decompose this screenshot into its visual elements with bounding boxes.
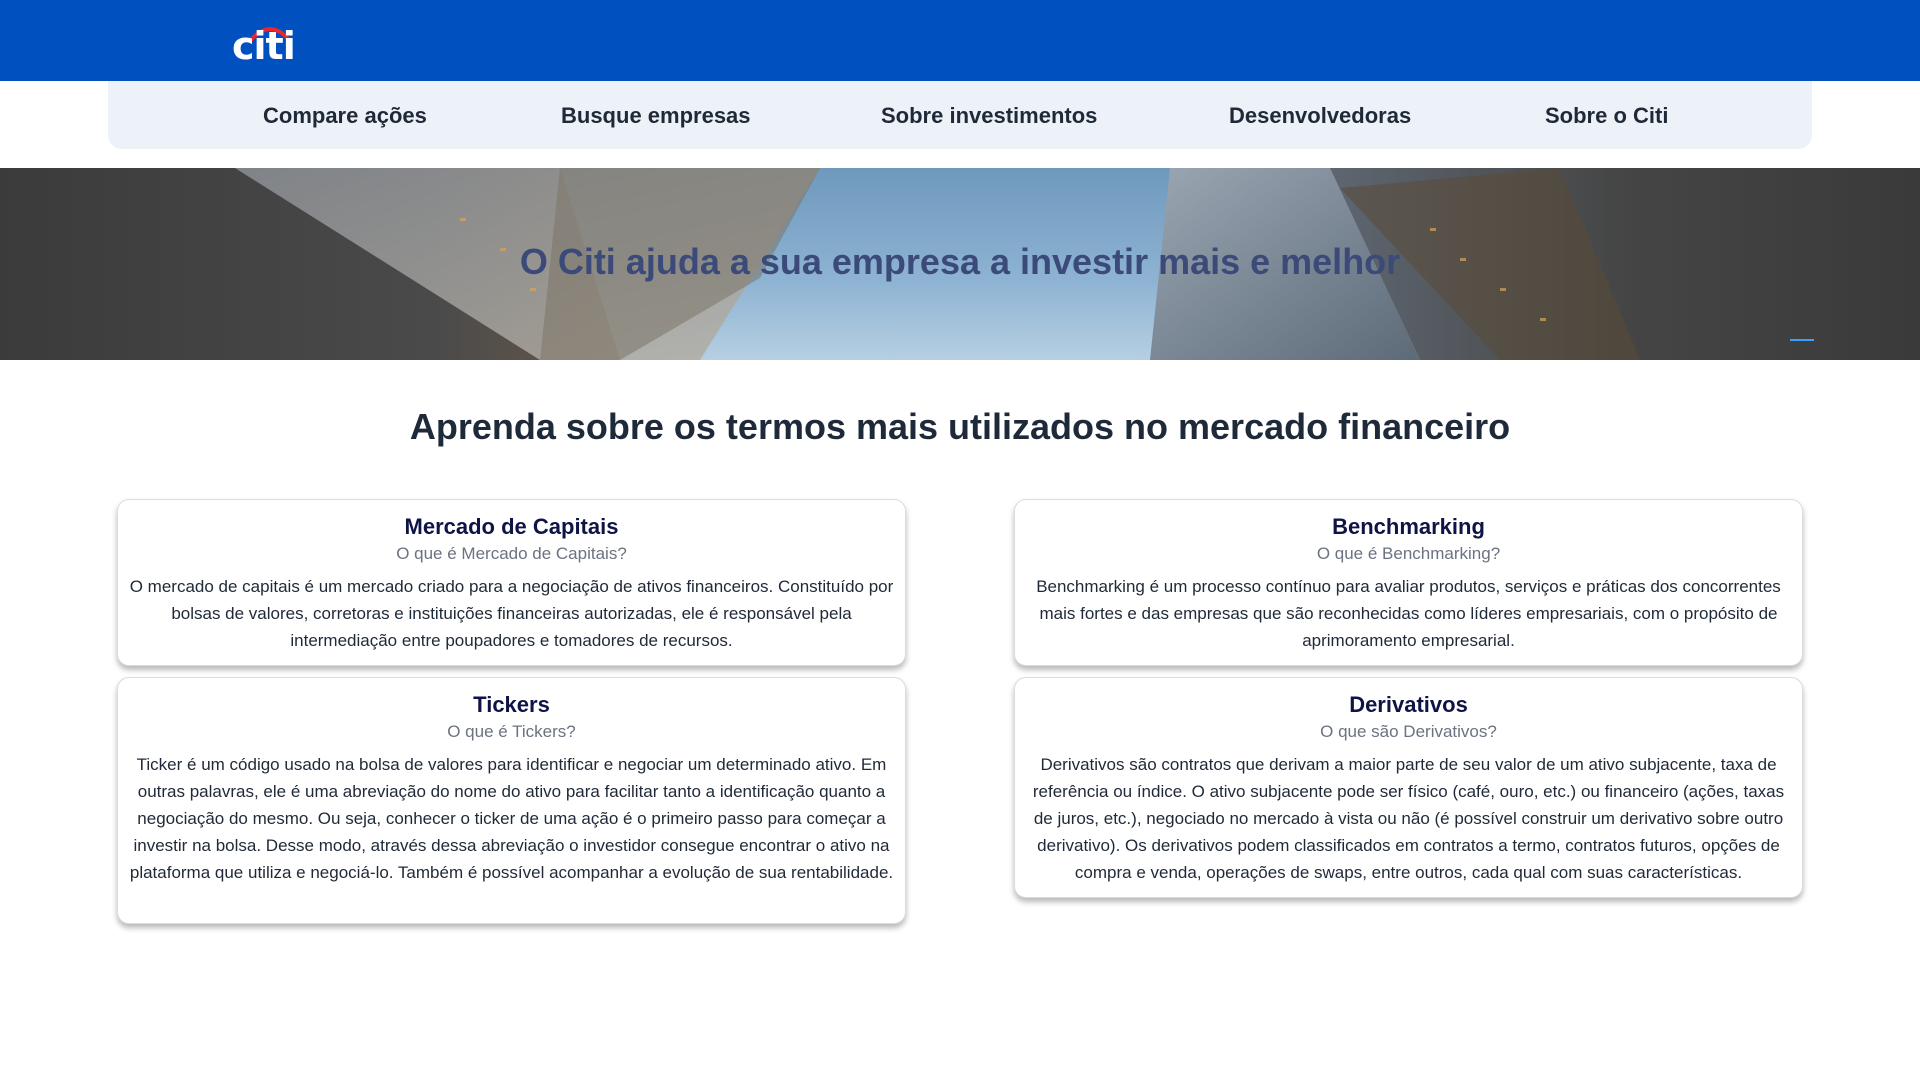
card-mercado-de-capitais: Mercado de Capitais O que é Mercado de C… [117, 499, 906, 666]
card-title: Derivativos [1349, 692, 1468, 717]
card-title: Mercado de Capitais [404, 514, 619, 539]
hero-banner: O Citi ajuda a sua empresa a investir ma… [0, 168, 1920, 360]
card-title: Benchmarking [1332, 514, 1485, 539]
nav-item-sobre-o-citi[interactable]: Sobre o Citi [1545, 103, 1668, 129]
section-title: Aprenda sobre os termos mais utilizados … [409, 406, 1511, 447]
card-subtitle: O que são Derivativos? [1320, 722, 1497, 741]
card-body: Derivativos são contratos que derivam a … [1032, 755, 1785, 882]
citi-logo[interactable]: citi [230, 15, 300, 68]
card-tickers: Tickers O que é Tickers? Ticker é um cód… [117, 677, 906, 924]
card-subtitle: O que é Benchmarking? [1316, 544, 1501, 563]
hero-title: O Citi ajuda a sua empresa a investir ma… [519, 241, 1401, 282]
nav-item-desenvolvedoras[interactable]: Desenvolvedoras [1229, 103, 1411, 129]
card-body: Ticker é um código usado na bolsa de val… [129, 755, 894, 882]
main-navigation: Compare ações Busque empresas Sobre inve… [108, 81, 1812, 149]
card-benchmarking: Benchmarking O que é Benchmarking? Bench… [1014, 499, 1803, 666]
nav-item-compare-acoes[interactable]: Compare ações [263, 103, 427, 129]
logo-text: citi [232, 24, 296, 68]
nav-item-busque-empresas[interactable]: Busque empresas [561, 103, 751, 129]
card-body: O mercado de capitais é um mercado criad… [129, 577, 894, 650]
card-body: Benchmarking é um processo contínuo para… [1036, 577, 1781, 650]
card-subtitle: O que é Mercado de Capitais? [396, 544, 627, 563]
card-subtitle: O que é Tickers? [447, 722, 576, 741]
card-title: Tickers [473, 692, 550, 717]
nav-item-sobre-investimentos[interactable]: Sobre investimentos [881, 103, 1097, 129]
top-header-bar: citi [0, 0, 1920, 81]
card-derivativos: Derivativos O que são Derivativos? Deriv… [1014, 677, 1803, 898]
